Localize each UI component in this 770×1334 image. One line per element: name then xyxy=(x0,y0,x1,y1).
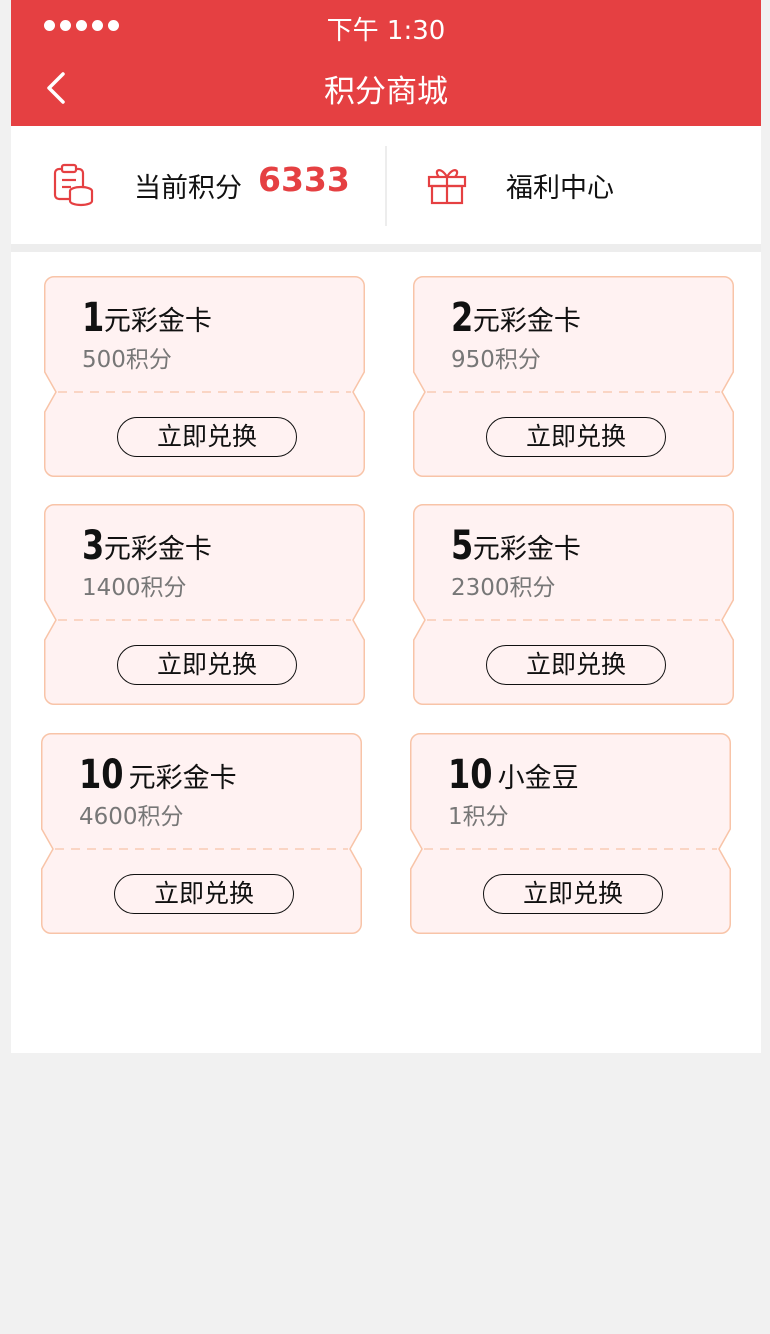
points-header: 当前积分 6333 福利中心 xyxy=(11,126,761,244)
reward-card: 1元彩金卡 500积分 立即兑换 xyxy=(44,276,365,477)
card-amount: 10 xyxy=(448,752,493,798)
card-title: 3元彩金卡 xyxy=(82,526,212,566)
card-unit: 元彩金卡 xyxy=(472,306,581,337)
card-price: 950积分 xyxy=(451,347,541,373)
reward-card: 3元彩金卡 1400积分 立即兑换 xyxy=(44,504,365,705)
card-amount: 5 xyxy=(451,523,474,569)
reward-card: 2元彩金卡 950积分 立即兑换 xyxy=(413,276,734,477)
points-coin-icon xyxy=(53,163,94,207)
card-unit: 元彩金卡 xyxy=(103,534,212,565)
gift-icon[interactable] xyxy=(425,162,469,206)
status-time: 下午 1:30 xyxy=(326,16,446,46)
reward-card: 10 元彩金卡 4600积分 立即兑换 xyxy=(41,733,362,934)
card-title: 10 小金豆 xyxy=(448,755,579,795)
card-price: 500积分 xyxy=(82,347,172,373)
reward-card: 10 小金豆 1积分 立即兑换 xyxy=(410,733,731,934)
points-value: 6333 xyxy=(258,160,350,199)
redeem-button[interactable]: 立即兑换 xyxy=(117,417,297,457)
redeem-button[interactable]: 立即兑换 xyxy=(486,417,666,457)
card-price: 1积分 xyxy=(448,804,509,830)
reward-card: 5元彩金卡 2300积分 立即兑换 xyxy=(413,504,734,705)
redeem-button[interactable]: 立即兑换 xyxy=(483,874,663,914)
section-divider xyxy=(11,244,761,252)
card-title: 10 元彩金卡 xyxy=(79,755,237,795)
card-amount: 2 xyxy=(451,295,474,341)
card-price: 2300积分 xyxy=(451,575,556,601)
card-title: 1元彩金卡 xyxy=(82,298,212,338)
nav-bar: 积分商城 xyxy=(11,52,761,126)
redeem-button[interactable]: 立即兑换 xyxy=(486,645,666,685)
card-price: 4600积分 xyxy=(79,804,184,830)
card-title: 5元彩金卡 xyxy=(451,526,581,566)
app-screen: 下午 1:30 积分商城 当前积分 6333 福利中心 1元彩金卡 500积分 … xyxy=(11,0,761,1334)
card-unit: 小金豆 xyxy=(497,763,579,794)
main-content: 当前积分 6333 福利中心 1元彩金卡 500积分 立即兑换 2元彩金卡 95… xyxy=(11,126,761,1053)
header-separator xyxy=(385,146,387,226)
card-amount: 10 xyxy=(79,752,124,798)
card-amount: 1 xyxy=(82,295,105,341)
top-bar: 下午 1:30 积分商城 xyxy=(11,0,761,126)
card-title: 2元彩金卡 xyxy=(451,298,581,338)
card-amount: 3 xyxy=(82,523,105,569)
welfare-center-link[interactable]: 福利中心 xyxy=(506,166,614,205)
redeem-button[interactable]: 立即兑换 xyxy=(117,645,297,685)
redeem-button[interactable]: 立即兑换 xyxy=(114,874,294,914)
page-title: 积分商城 xyxy=(324,74,448,110)
card-unit: 元彩金卡 xyxy=(472,534,581,565)
card-unit: 元彩金卡 xyxy=(103,306,212,337)
status-bar: 下午 1:30 xyxy=(11,0,761,52)
points-label: 当前积分 xyxy=(134,173,242,204)
card-price: 1400积分 xyxy=(82,575,187,601)
card-unit: 元彩金卡 xyxy=(128,763,237,794)
